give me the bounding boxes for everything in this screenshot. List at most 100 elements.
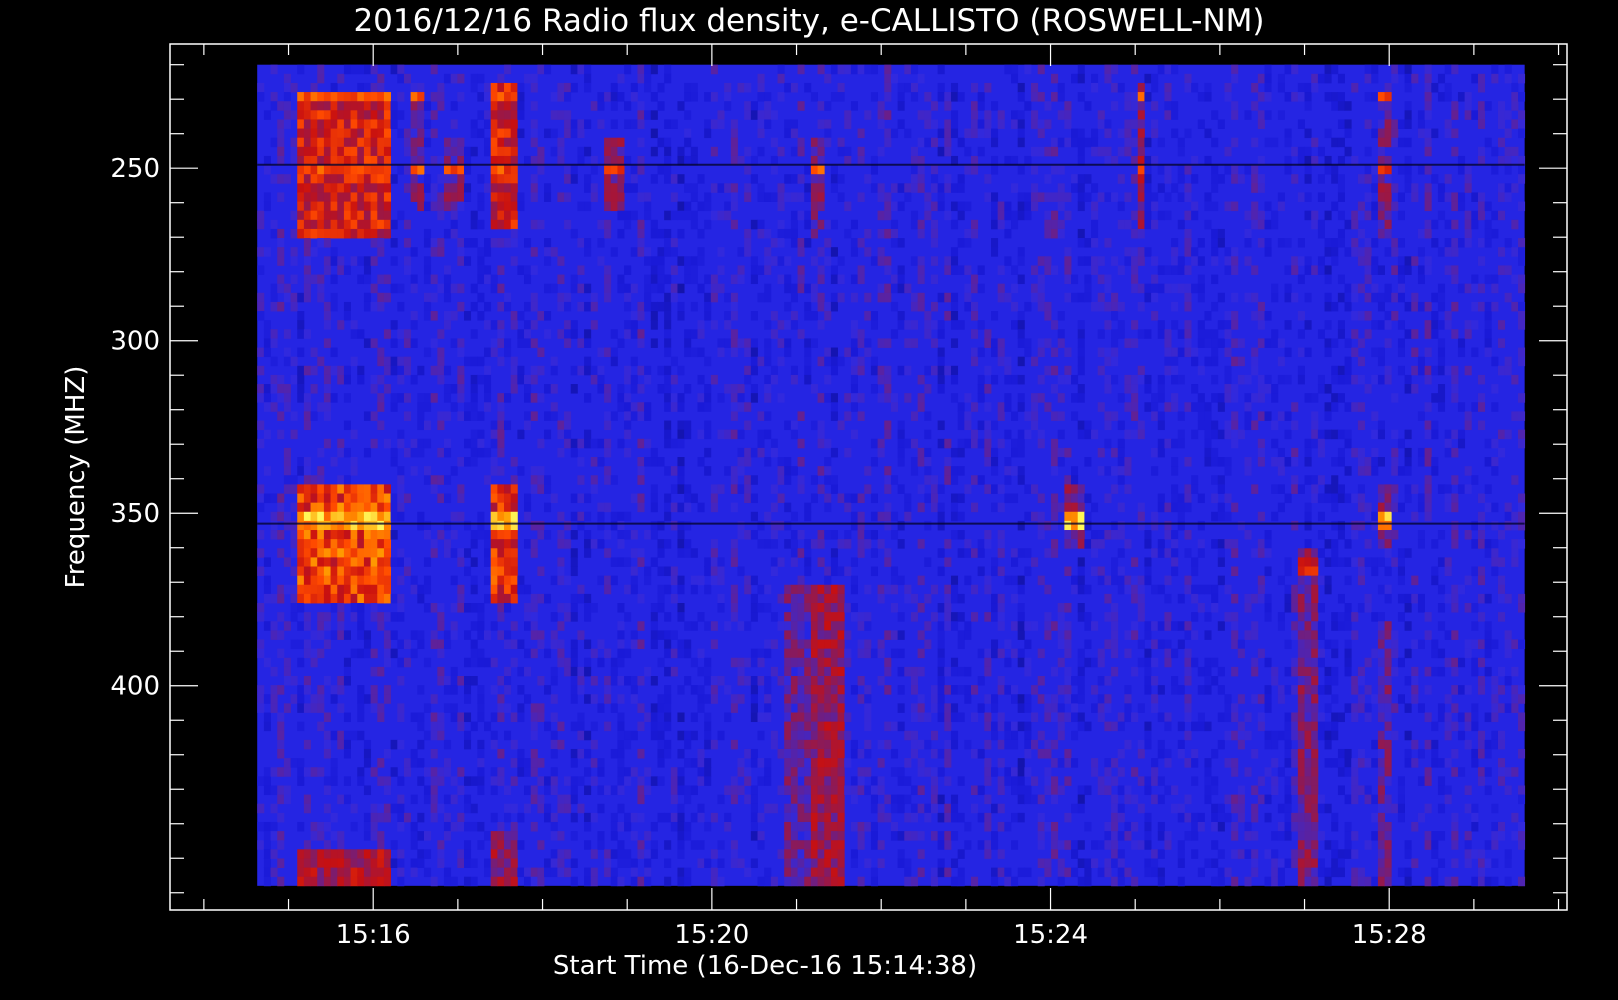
spectrogram-cell (704, 557, 712, 567)
spectrogram-cell (964, 630, 972, 640)
spectrogram-cell (844, 119, 852, 129)
spectrogram-cell (1064, 447, 1072, 458)
spectrogram-cell (357, 228, 365, 239)
spectrogram-cell (630, 411, 638, 421)
spectrogram-cell (524, 648, 532, 659)
spectrogram-cell (337, 493, 345, 504)
spectrogram-cell (930, 228, 939, 239)
spectrogram-cell (490, 767, 498, 777)
spectrogram-cell (790, 548, 798, 558)
spectrogram-cell (610, 867, 618, 878)
spectrogram-cell (1037, 821, 1045, 832)
spectrogram-cell (557, 739, 565, 750)
spectrogram-cell (377, 867, 385, 878)
spectrogram-cell (817, 247, 825, 257)
spectrogram-cell (1031, 119, 1039, 129)
spectrogram-cell (917, 292, 925, 303)
spectrogram-cell (630, 174, 638, 184)
spectrogram-cell (884, 110, 892, 120)
spectrogram-cell (970, 283, 979, 294)
spectrogram-cell (584, 356, 592, 367)
spectrogram-cell (1077, 484, 1085, 494)
spectrogram-cell (417, 584, 425, 595)
spectrogram-cell (817, 666, 825, 677)
spectrogram-cell (457, 338, 465, 348)
spectrogram-cell (930, 119, 939, 129)
spectrogram-cell (1017, 767, 1025, 777)
spectrogram-cell (497, 603, 505, 613)
spectrogram-cell (290, 146, 298, 157)
spectrogram-cell (1084, 785, 1092, 796)
spectrogram-cell (697, 694, 705, 704)
spectrogram-cell (524, 338, 532, 348)
spectrogram-cell (1064, 192, 1072, 202)
spectrogram-cell (477, 511, 485, 522)
spectrogram-cell (1071, 393, 1079, 403)
spectrogram-cell (270, 593, 278, 604)
spectrogram-cell (784, 694, 792, 704)
spectrogram-cell (677, 228, 685, 239)
spectrogram-cell (497, 320, 505, 330)
spectrogram-cell (650, 484, 658, 494)
spectrogram-cell (704, 292, 712, 303)
spectrogram-cell (717, 247, 725, 257)
spectrogram-cell (263, 493, 271, 504)
spectrogram-cell (917, 256, 925, 266)
spectrogram-cell (910, 748, 919, 759)
spectrogram-cell (390, 739, 398, 750)
spectrogram-cell (810, 849, 818, 859)
spectrogram-cell (830, 858, 838, 868)
spectrogram-cell (537, 219, 545, 230)
spectrogram-cell (484, 82, 492, 93)
spectrogram-cell (370, 238, 378, 248)
spectrogram-cell (570, 858, 578, 868)
spectrogram-cell (950, 247, 959, 257)
spectrogram-cell (517, 265, 525, 275)
spectrogram-cell (730, 347, 738, 358)
spectrogram-cell (697, 812, 705, 823)
spectrogram-cell (637, 502, 645, 513)
spectrogram-cell (357, 612, 365, 622)
spectrogram-cell (584, 174, 592, 184)
spectrogram-cell (337, 192, 345, 202)
spectrogram-cell (664, 420, 672, 431)
spectrogram-cell (630, 639, 638, 650)
spectrogram-cell (750, 812, 758, 823)
spectrogram-cell (537, 530, 545, 540)
spectrogram-cell (277, 493, 285, 504)
spectrogram-cell (323, 265, 331, 275)
spectrogram-cell (363, 338, 372, 348)
spectrogram-cell (310, 694, 318, 704)
spectrogram-cell (864, 311, 872, 321)
spectrogram-cell (690, 347, 698, 358)
spectrogram-cell (817, 274, 825, 285)
spectrogram-cell (584, 840, 592, 850)
spectrogram-cell (864, 530, 872, 540)
spectrogram-cell (597, 520, 605, 531)
spectrogram-cell (337, 739, 345, 750)
spectrogram-cell (997, 849, 1005, 859)
spectrogram-cell (970, 429, 979, 440)
spectrogram-cell (1117, 219, 1125, 230)
spectrogram-cell (1024, 429, 1032, 440)
spectrogram-cell (1091, 621, 1099, 631)
spectrogram-cell (1111, 758, 1119, 768)
spectrogram-cell (517, 685, 525, 695)
spectrogram-cell (350, 146, 358, 157)
spectrogram-cell (884, 256, 892, 266)
spectrogram-cell (830, 183, 838, 193)
spectrogram-cell (777, 146, 785, 157)
spectrogram-cell (1051, 384, 1059, 394)
spectrogram-cell (350, 219, 358, 230)
spectrogram-cell (790, 721, 798, 732)
spectrogram-cell (644, 849, 652, 859)
spectrogram-cell (310, 703, 318, 713)
spectrogram-cell (1117, 548, 1125, 558)
spectrogram-cell (417, 511, 425, 522)
spectrogram-cell (1091, 301, 1099, 312)
spectrogram-cell (684, 210, 692, 221)
spectrogram-cell (977, 119, 985, 129)
spectrogram-cell (303, 256, 311, 266)
spectrogram-cell (897, 721, 905, 732)
spectrogram-cell (950, 803, 959, 814)
